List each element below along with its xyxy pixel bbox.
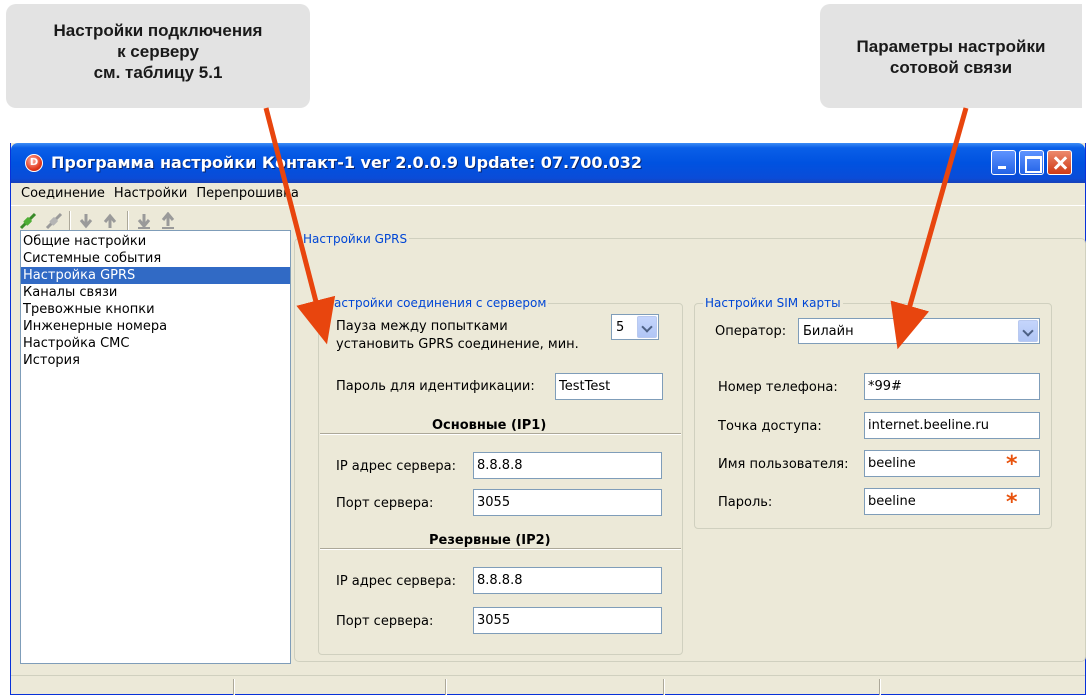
callout-right-line-1: Параметры настройки — [856, 37, 1046, 56]
download-icon[interactable] — [77, 212, 95, 230]
required-asterisk: * — [1006, 490, 1018, 515]
window-title: Программа настройки Контакт-1 ver 2.0.0.… — [51, 153, 643, 172]
status-bar — [11, 675, 1085, 695]
tree-item-sms[interactable]: Настройка СМС — [21, 335, 290, 352]
status-divider — [663, 679, 665, 695]
backup-port-label: Порт сервера: — [336, 614, 434, 629]
tree-item-engineer-numbers[interactable]: Инженерные номера — [21, 318, 290, 335]
pause-label-line-1: Пауза между попытками — [336, 319, 508, 334]
server-settings-title: Настройки соединения с сервером — [323, 296, 549, 310]
backup-heading: Резервные (IP2) — [429, 533, 551, 548]
password-id-label: Пароль для идентификации: — [336, 379, 535, 394]
primary-heading: Основные (IP1) — [432, 418, 547, 433]
callout-cellular-settings: Параметры настройки сотовой связи — [820, 4, 1082, 108]
primary-ip-label: IP адрес сервера: — [336, 459, 456, 474]
chevron-down-icon[interactable] — [637, 316, 657, 338]
phone-label: Номер телефона: — [718, 380, 838, 395]
settings-tree: Общие настройки Системные события Настро… — [20, 230, 291, 664]
primary-ip-input[interactable]: 8.8.8.8 — [473, 452, 662, 479]
operator-label: Оператор: — [715, 324, 787, 339]
callout-right-line-2: сотовой связи — [889, 58, 1013, 77]
backup-port-input[interactable]: 3055 — [473, 607, 662, 634]
primary-port-label: Порт сервера: — [336, 496, 434, 511]
upload-file-icon[interactable] — [159, 212, 177, 230]
sim-password-label: Пароль: — [718, 495, 773, 510]
app-icon: D — [25, 154, 43, 172]
callout-server-settings: Настройки подключения к серверу см. табл… — [6, 4, 310, 108]
server-settings-group — [318, 303, 683, 655]
divider — [320, 433, 681, 435]
tree-item-channels[interactable]: Каналы связи — [21, 284, 290, 301]
sim-settings-title: Настройки SIM карты — [703, 296, 843, 310]
upload-icon[interactable] — [101, 212, 119, 230]
toolbar-separator — [127, 211, 129, 231]
callout-left-line-2: к серверу — [117, 42, 199, 61]
app-window: D Программа настройки Контакт-1 ver 2.0.… — [10, 143, 1086, 695]
username-label: Имя пользователя: — [718, 457, 849, 472]
tree-item-history[interactable]: История — [21, 352, 290, 369]
menu-bar: Соединение Настройки Перепрошивка — [11, 183, 1085, 205]
menu-firmware[interactable]: Перепрошивка — [194, 183, 306, 205]
status-divider — [233, 679, 235, 695]
toolbar-separator — [69, 211, 71, 231]
password-id-input[interactable]: TestTest — [555, 373, 663, 400]
backup-ip-label: IP адрес сервера: — [336, 574, 456, 589]
disconnect-icon[interactable] — [45, 212, 63, 230]
divider — [320, 548, 681, 550]
maximize-button[interactable] — [1019, 150, 1044, 175]
operator-value: Билайн — [803, 324, 854, 339]
title-bar[interactable]: D Программа настройки Контакт-1 ver 2.0.… — [11, 143, 1085, 183]
gprs-panel-title: Настройки GPRS — [301, 232, 410, 246]
required-asterisk: * — [1006, 452, 1018, 477]
pause-label-line-2: установить GPRS соединение, мин. — [336, 337, 579, 352]
pause-select[interactable]: 5 — [611, 314, 659, 340]
status-divider — [445, 679, 447, 695]
phone-input[interactable]: *99# — [864, 373, 1040, 400]
backup-ip-input[interactable]: 8.8.8.8 — [473, 567, 662, 594]
menu-settings[interactable]: Настройки — [112, 183, 194, 205]
toolbar — [11, 205, 1085, 233]
tree-item-gprs[interactable]: Настройка GPRS — [21, 267, 290, 284]
status-divider — [879, 679, 881, 695]
operator-select[interactable]: Билайн — [798, 318, 1040, 344]
apn-label: Точка доступа: — [718, 419, 822, 434]
connect-icon[interactable] — [19, 212, 37, 230]
apn-input[interactable]: internet.beeline.ru — [864, 412, 1040, 439]
minimize-button[interactable] — [991, 150, 1016, 175]
tree-item-alarm-buttons[interactable]: Тревожные кнопки — [21, 301, 290, 318]
download-file-icon[interactable] — [135, 212, 153, 230]
close-button[interactable] — [1047, 150, 1072, 175]
callout-left-line-3: см. таблицу 5.1 — [93, 63, 223, 82]
chevron-down-icon[interactable] — [1018, 320, 1038, 342]
menu-connection[interactable]: Соединение — [19, 183, 112, 205]
callout-left-line-1: Настройки подключения — [53, 21, 263, 40]
tree-item-system-events[interactable]: Системные события — [21, 250, 290, 267]
tree-item-general[interactable]: Общие настройки — [21, 233, 290, 250]
primary-port-input[interactable]: 3055 — [473, 489, 662, 516]
pause-value: 5 — [616, 320, 625, 335]
